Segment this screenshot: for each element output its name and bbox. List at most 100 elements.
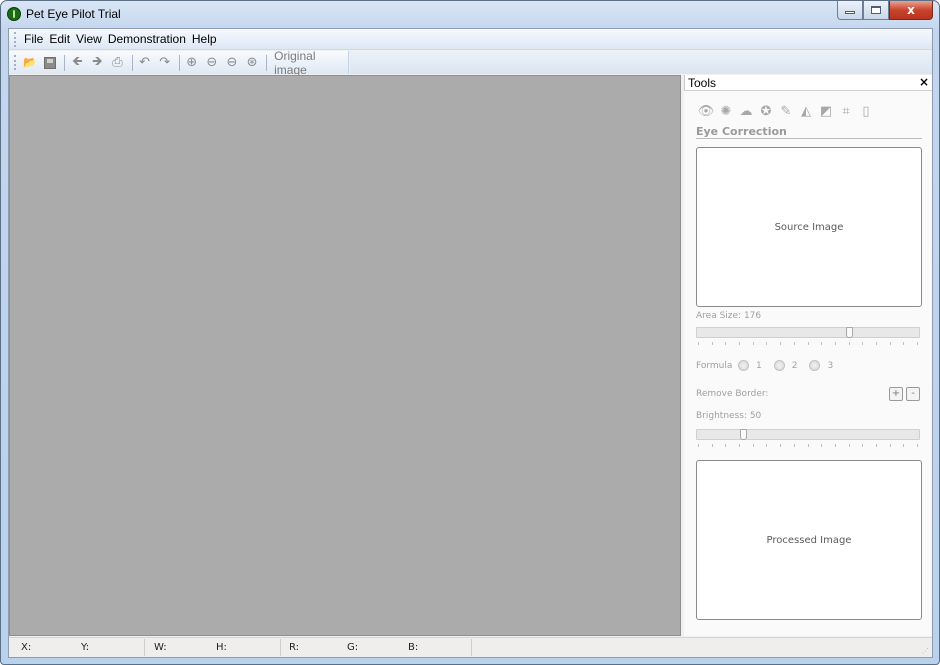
formula-radio-2[interactable] xyxy=(773,360,785,371)
status-y: Y: xyxy=(81,642,90,653)
status-w: W: xyxy=(154,642,167,653)
brightness-ticks xyxy=(698,444,918,448)
client-area: File Edit View Demonstration Help 📂 🡸 🡺 … xyxy=(8,28,933,658)
forward-button[interactable]: 🡺 xyxy=(88,53,106,72)
source-image-label: Source Image xyxy=(774,221,844,233)
forward-icon: 🡺 xyxy=(92,53,103,69)
status-r: R: xyxy=(289,642,300,653)
redo-button[interactable]: ↷ xyxy=(156,53,174,72)
tools-panel-title: Tools xyxy=(688,76,717,90)
toolbar-separator xyxy=(266,54,268,71)
window-title: Pet Eye Pilot Trial xyxy=(26,7,121,21)
tools-panel: Tools × 👁 ✺ ☁ ✪ ✎ ◭ ◩ ⌗ ▯ Eye Correction… xyxy=(684,75,932,636)
app-window: Pet Eye Pilot Trial x File Edit View Dem… xyxy=(0,0,940,665)
brightness-slider-thumb[interactable] xyxy=(740,429,748,440)
area-size-slider[interactable] xyxy=(696,327,920,338)
remove-border-minus-button[interactable]: - xyxy=(906,387,920,401)
formula-radio-group: 1 2 3 xyxy=(738,360,841,371)
undo-icon: ↶ xyxy=(139,55,150,70)
close-icon: x xyxy=(907,3,915,17)
formula-option-label: 3 xyxy=(827,360,834,371)
resize-grip-icon[interactable]: ⋰ xyxy=(922,647,930,655)
status-separator xyxy=(144,639,145,656)
page-icon[interactable]: ▯ xyxy=(858,103,874,119)
redo-icon: ↷ xyxy=(159,55,171,70)
eye-icon[interactable]: 👁 xyxy=(698,103,715,119)
menu-bar: File Edit View Demonstration Help xyxy=(9,29,932,50)
print-button[interactable]: ⎙ xyxy=(108,53,126,72)
print-icon: ⎙ xyxy=(112,55,123,70)
toolbar-grip[interactable] xyxy=(14,55,17,70)
status-x: X: xyxy=(21,642,32,653)
minimize-icon xyxy=(845,11,855,14)
tools-close-icon[interactable]: × xyxy=(919,75,929,89)
tool-icon-row: 👁 ✺ ☁ ✪ ✎ ◭ ◩ ⌗ ▯ xyxy=(698,103,874,119)
status-separator xyxy=(280,639,281,656)
formula-option-label: 1 xyxy=(756,360,762,371)
status-b: B: xyxy=(408,642,419,653)
zoom-in-button[interactable]: ⊕ xyxy=(183,53,201,72)
close-button[interactable]: x xyxy=(889,1,933,20)
undo-button[interactable]: ↶ xyxy=(135,53,153,72)
menubar-grip[interactable] xyxy=(14,31,17,47)
remove-border-plus-button[interactable]: + xyxy=(889,387,903,401)
open-icon: 📂 xyxy=(23,56,37,69)
crop-icon[interactable]: ⌗ xyxy=(838,103,854,119)
cloud-icon[interactable]: ☁ xyxy=(738,103,754,119)
menu-help[interactable]: Help xyxy=(189,32,220,46)
formula-radio-1[interactable] xyxy=(738,360,749,371)
menu-file[interactable]: File xyxy=(21,32,46,46)
back-icon: 🡸 xyxy=(71,53,83,69)
maximize-button[interactable] xyxy=(863,1,889,20)
status-g: G: xyxy=(347,642,359,653)
remove-border-label: Remove Border: xyxy=(696,389,769,399)
tools-panel-header: Tools × xyxy=(684,75,932,91)
maximize-icon xyxy=(871,6,881,14)
zoom-fit-button[interactable]: ⊖ xyxy=(223,53,241,72)
contrast-icon[interactable]: ◩ xyxy=(818,103,834,119)
zoom-fit-icon: ⊖ xyxy=(226,55,238,70)
area-size-ticks xyxy=(698,342,918,346)
open-button[interactable]: 📂 xyxy=(21,53,39,72)
zoom-in-icon: ⊕ xyxy=(186,55,198,70)
source-image-preview: Source Image xyxy=(696,147,922,307)
levels-icon[interactable]: ◭ xyxy=(798,103,814,119)
toolbar-separator xyxy=(64,54,66,71)
brush-icon[interactable]: ✎ xyxy=(778,103,794,119)
zoom-out-button[interactable]: ⊖ xyxy=(203,53,221,72)
minimize-button[interactable] xyxy=(837,1,863,20)
formula-radio-3[interactable] xyxy=(809,360,821,371)
status-bar: X: Y: W: H: R: G: B: ⋰ xyxy=(9,637,932,657)
title-bar[interactable]: Pet Eye Pilot Trial x xyxy=(1,1,939,27)
bulb-icon[interactable]: ✺ xyxy=(718,103,734,119)
formula-option-label: 2 xyxy=(791,360,798,371)
menu-edit[interactable]: Edit xyxy=(46,32,73,46)
area-size-label: Area Size: 176 xyxy=(696,311,762,321)
zoom-actual-button[interactable]: ⊛ xyxy=(243,53,261,72)
back-button[interactable]: 🡸 xyxy=(68,53,86,72)
zoom-out-icon: ⊖ xyxy=(206,55,218,70)
eye-correction-title: Eye Correction xyxy=(696,125,787,138)
image-canvas[interactable] xyxy=(9,75,681,636)
status-h: H: xyxy=(216,642,227,653)
caption-buttons: x xyxy=(837,1,933,21)
app-logo-icon xyxy=(7,7,21,21)
processed-image-label: Processed Image xyxy=(766,534,852,546)
brightness-slider[interactable] xyxy=(696,429,920,440)
color-wheel-icon[interactable]: ✪ xyxy=(758,103,774,119)
menu-demonstration[interactable]: Demonstration xyxy=(105,32,189,46)
area-size-slider-thumb[interactable] xyxy=(846,327,854,338)
zoom-actual-icon: ⊛ xyxy=(246,55,258,70)
formula-label: Formula xyxy=(696,361,733,371)
toolbar-separator xyxy=(131,54,133,71)
save-button[interactable] xyxy=(41,53,59,72)
brightness-label: Brightness: 50 xyxy=(696,411,762,421)
original-image-button[interactable]: Original image xyxy=(274,49,348,77)
toolbar-separator xyxy=(178,54,180,71)
toolbar-background xyxy=(350,51,932,74)
save-icon xyxy=(44,56,57,69)
status-separator xyxy=(471,639,472,656)
menu-view[interactable]: View xyxy=(73,32,105,46)
toolbar: 📂 🡸 🡺 ⎙ ↶ ↷ ⊕ ⊖ ⊖ ⊛ Original image xyxy=(9,49,349,77)
section-divider xyxy=(696,138,922,139)
